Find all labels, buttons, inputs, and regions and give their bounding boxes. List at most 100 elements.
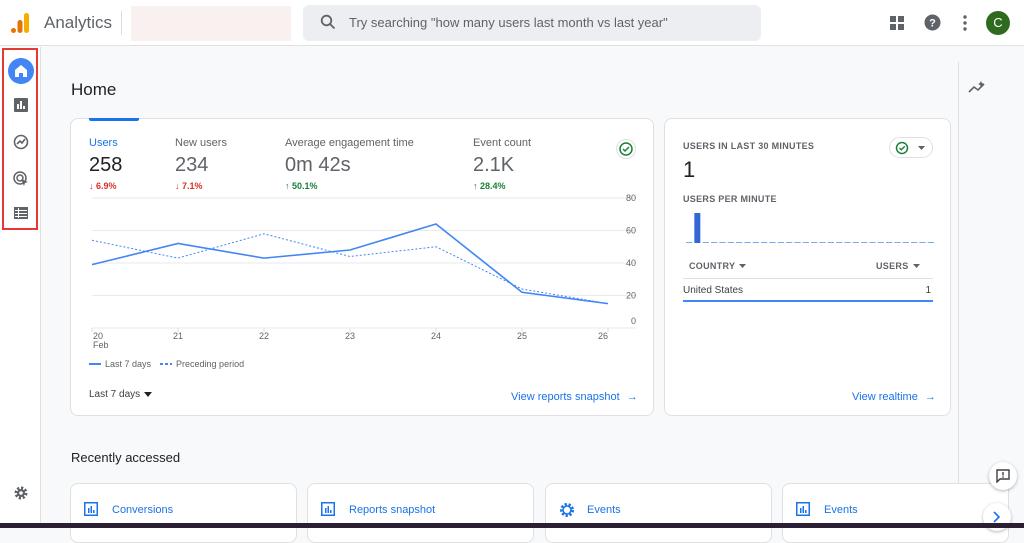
minute-bar — [877, 242, 884, 243]
view-reports-snapshot-link[interactable]: View reports snapshot → — [511, 391, 638, 403]
gear-icon — [14, 486, 28, 500]
minute-bar — [886, 242, 893, 243]
feedback-button[interactable] — [989, 462, 1017, 490]
minute-bar — [802, 242, 809, 243]
caret-down-icon — [739, 264, 747, 268]
arrow-right-icon: → — [924, 391, 936, 403]
minute-bar — [919, 242, 926, 243]
legend-label: Last 7 days — [105, 359, 152, 369]
recent-item-events[interactable]: Events — [545, 483, 772, 543]
settings-button[interactable] — [8, 480, 34, 506]
y-tick-label: 80 — [626, 193, 636, 203]
column-label: COUNTRY — [689, 261, 736, 271]
minute-bar — [761, 242, 768, 243]
svg-text:?: ? — [929, 18, 936, 30]
legend-label: Preceding period — [176, 359, 245, 369]
minute-bar — [827, 242, 834, 243]
report-icon — [796, 502, 810, 516]
users-column-header[interactable]: USERS — [876, 261, 920, 271]
caret-down-icon — [912, 264, 920, 268]
realtime-comparison-dropdown[interactable] — [889, 137, 933, 158]
arrow-right-icon: → — [626, 391, 638, 403]
link-label: View realtime — [852, 391, 918, 403]
realtime-value: 1 — [683, 157, 696, 182]
recently-accessed-title: Recently accessed — [71, 450, 181, 465]
y-tick-label: 0 — [631, 316, 636, 326]
x-tick-label: 22 — [259, 331, 269, 341]
x-tick-label: 23 — [345, 331, 355, 341]
realtime-title: USERS IN LAST 30 MINUTES — [683, 141, 815, 151]
minute-bar — [819, 242, 826, 243]
search-input[interactable]: Try searching "how many users last month… — [303, 5, 761, 41]
top-bar: Analytics Try searching "how many users … — [0, 0, 1024, 46]
caret-down-icon — [144, 392, 153, 397]
recent-item-conversions[interactable]: Conversions — [70, 483, 297, 543]
recent-item-label: Events — [587, 504, 621, 516]
users-per-minute-chart — [686, 213, 934, 243]
realtime-card: USERS IN LAST 30 MINUTES 1 USERS PER MIN… — [664, 118, 951, 416]
recent-item-label: Events — [824, 504, 858, 516]
recent-item-events[interactable]: Events — [782, 483, 1009, 543]
date-range-dropdown[interactable]: Last 7 days — [89, 389, 153, 400]
x-tick-label: 21 — [173, 331, 183, 341]
legend-dashed-swatch — [160, 363, 173, 365]
y-tick-label: 20 — [626, 291, 636, 301]
x-tick-label: 24 — [431, 331, 441, 341]
link-label: View reports snapshot — [511, 391, 620, 403]
minute-bar — [794, 242, 801, 243]
minute-bar — [711, 242, 718, 243]
minute-bar — [911, 242, 918, 243]
sidebar-highlight — [2, 48, 38, 230]
minute-bar — [902, 242, 909, 243]
minute-bar — [777, 242, 784, 243]
legend-solid-swatch — [89, 363, 101, 365]
feedback-icon — [996, 469, 1010, 483]
apps-grid-icon[interactable] — [890, 16, 904, 30]
table-row[interactable]: United States 1 — [683, 279, 933, 302]
y-tick-label: 40 — [626, 258, 636, 268]
minute-bar — [927, 242, 934, 243]
gear-icon — [560, 503, 574, 517]
minute-bar — [852, 242, 859, 243]
minute-bar — [727, 242, 734, 243]
help-icon[interactable]: ? — [924, 14, 941, 31]
minute-bar — [836, 242, 843, 243]
users-per-minute-label: USERS PER MINUTE — [683, 194, 777, 204]
report-icon — [84, 502, 98, 516]
more-vert-icon[interactable] — [962, 15, 968, 31]
series-line-last-7-days — [91, 223, 609, 305]
search-icon — [320, 14, 336, 30]
caret-down-icon — [918, 146, 925, 150]
insights-icon[interactable] — [968, 80, 986, 94]
view-realtime-link[interactable]: View realtime → — [852, 391, 936, 403]
minute-bar — [861, 242, 868, 243]
users-line-chart: 80604020020 21 22 23 24 25 26Feb — [91, 193, 636, 350]
divider — [121, 11, 122, 35]
overview-card: Users 258 ↓ 6.9% New users 234 ↓ 7.1% Aver… — [70, 118, 654, 416]
minute-bar — [702, 242, 709, 243]
country-column-header[interactable]: COUNTRY — [689, 261, 747, 271]
minute-bar — [719, 242, 726, 243]
search-placeholder: Try searching "how many users last month… — [349, 15, 668, 30]
x-tick-label: 25 — [517, 331, 527, 341]
x-tick-label: 26 — [598, 331, 608, 341]
minute-bar — [894, 242, 901, 243]
page-title: Home — [71, 80, 117, 99]
desktop-background — [0, 523, 1024, 528]
avatar[interactable]: C — [986, 11, 1010, 35]
minute-bar — [694, 213, 701, 243]
minute-bar — [736, 242, 743, 243]
minute-bar — [811, 242, 818, 243]
check-circle-icon — [895, 141, 909, 155]
x-sublabel: Feb — [93, 340, 109, 350]
date-range-label: Last 7 days — [89, 389, 141, 400]
chevron-right-icon — [993, 511, 1001, 523]
column-label: USERS — [876, 261, 909, 271]
minute-bar — [686, 242, 693, 243]
recent-item-label: Conversions — [112, 504, 174, 516]
divider — [958, 62, 959, 528]
recent-item-reports-snapshot[interactable]: Reports snapshot — [307, 483, 534, 543]
chart-legend: Last 7 days Preceding period — [89, 359, 244, 369]
y-tick-label: 60 — [626, 226, 636, 236]
account-selector[interactable] — [131, 6, 291, 41]
